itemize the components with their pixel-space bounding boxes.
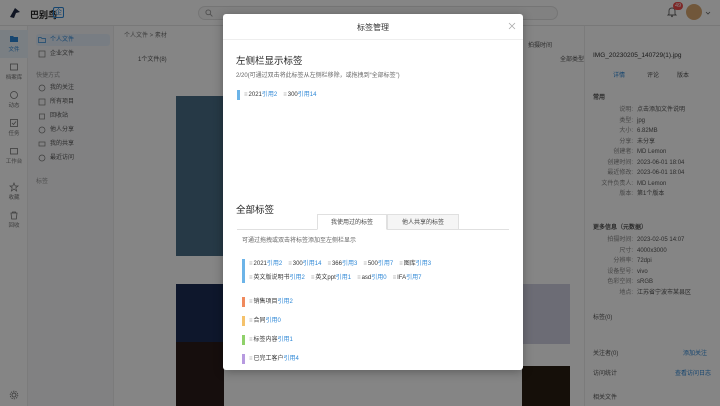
tag-name: 300 <box>287 92 298 98</box>
tag-ref-count: 引用14 <box>302 261 322 267</box>
drag-handle-icon: ≡ <box>283 92 287 98</box>
drag-handle-icon: ≡ <box>249 356 253 362</box>
tag-ref-count: 引用2 <box>261 92 278 98</box>
drag-handle-icon: ≡ <box>244 92 248 98</box>
sidebar-tags-title: 左侧栏显示标签 <box>236 56 303 67</box>
tag-chip[interactable]: ≡IFA引用7 <box>393 273 422 283</box>
tab-my-tags[interactable]: 我使用过的标签 <box>317 214 387 230</box>
tag-tabs: 我使用过的标签 他人共享的标签 <box>237 214 509 230</box>
drag-handle-icon: ≡ <box>327 261 331 267</box>
tag-ref-count: 引用7 <box>377 261 394 267</box>
tag-group: ≡合同引用0 <box>242 316 492 326</box>
all-tags-hint: 可通过拖拽或双击将标签添加至左侧栏显示 <box>242 238 357 244</box>
drag-handle-icon: ≡ <box>249 318 253 324</box>
sidebar-tag-group: ≡2021引用2 ≡300引用14 <box>237 90 327 100</box>
tag-chip[interactable]: ≡366引用3 <box>327 259 357 269</box>
tag-chip[interactable]: ≡asd引用0 <box>357 273 387 283</box>
tag-name: 图库 <box>403 261 416 267</box>
tag-chip[interactable]: ≡2021引用2 <box>244 90 277 100</box>
tag-group: ≡销售项目引用2 <box>242 297 492 307</box>
drag-handle-icon: ≡ <box>249 275 253 281</box>
tag-group: ≡标签内容引用1 <box>242 335 492 345</box>
tag-name: asd <box>361 275 372 281</box>
tag-ref-count: 引用4 <box>283 356 299 362</box>
tag-ref-count: 引用3 <box>341 261 358 267</box>
tag-chip[interactable]: ≡英文ppt引用1 <box>311 273 351 283</box>
drag-handle-icon: ≡ <box>357 275 361 281</box>
tag-name: 英文ppt <box>315 275 336 281</box>
tag-ref-count: 引用2 <box>266 261 283 267</box>
tag-chip[interactable]: ≡2021引用2 <box>249 259 282 269</box>
tag-ref-count: 引用0 <box>265 318 281 324</box>
tag-ref-count: 引用0 <box>371 275 387 281</box>
tag-chip[interactable]: ≡500引用7 <box>363 259 393 269</box>
tag-ref-count: 引用2 <box>289 275 305 281</box>
dialog-title: 标签管理 <box>357 23 389 32</box>
tag-chip[interactable]: ≡标签内容引用1 <box>249 335 293 345</box>
tag-name: IFA <box>397 275 407 281</box>
tag-ref-count: 引用7 <box>406 275 422 281</box>
tag-name: 标签内容 <box>253 337 278 343</box>
tag-name: 300 <box>292 261 303 267</box>
tag-chip[interactable]: ≡300引用14 <box>283 90 316 100</box>
tag-name: 2021 <box>253 261 267 267</box>
drag-handle-icon: ≡ <box>392 275 397 281</box>
tag-ref-count: 引用2 <box>277 299 293 305</box>
tag-name: 合同 <box>253 318 266 324</box>
sidebar-tags-hint: 2/20(可通过双击将此标签从左侧栏移除，或拖拽到“全部标签”) <box>236 73 400 79</box>
drag-handle-icon: ≡ <box>288 261 292 267</box>
drag-handle-icon: ≡ <box>363 261 367 267</box>
tag-name: 英文版说明书 <box>253 275 290 281</box>
tag-chip[interactable]: ≡图库引用3 <box>399 259 431 269</box>
drag-handle-icon: ≡ <box>249 299 253 305</box>
tag-group: ≡已完工客户引用4 <box>242 354 492 364</box>
tag-chip[interactable]: ≡300引用14 <box>288 259 321 269</box>
tag-name: 500 <box>367 261 378 267</box>
tag-ref-count: 引用1 <box>335 275 352 281</box>
tag-chip[interactable]: ≡合同引用0 <box>249 316 281 326</box>
tag-group: ≡2021引用2 ≡300引用14 ≡366引用3 ≡500引用7 ≡图库引用3 ≡英文版… <box>242 259 492 283</box>
tag-chip[interactable]: ≡已完工客户引用4 <box>249 354 299 364</box>
tag-name: 销售项目 <box>253 299 278 305</box>
tag-ref-count: 引用1 <box>277 337 293 343</box>
tag-name: 2021 <box>248 92 262 98</box>
close-icon[interactable] <box>508 22 516 30</box>
tag-ref-count: 引用3 <box>415 261 432 267</box>
tag-chip[interactable]: ≡销售项目引用2 <box>249 297 293 307</box>
dialog-header: 标签管理 <box>223 14 523 40</box>
drag-handle-icon: ≡ <box>310 275 315 281</box>
tag-management-dialog: 标签管理 左侧栏显示标签 2/20(可通过双击将此标签从左侧栏移除，或拖拽到“全… <box>223 14 523 370</box>
drag-handle-icon: ≡ <box>249 261 253 267</box>
drag-handle-icon: ≡ <box>399 261 403 267</box>
tag-ref-count: 引用14 <box>297 92 317 98</box>
tag-name: 366 <box>331 261 342 267</box>
tag-name: 已完工客户 <box>253 356 284 362</box>
tab-shared-tags[interactable]: 他人共享的标签 <box>387 214 459 230</box>
tag-chip[interactable]: ≡英文版说明书引用2 <box>249 273 305 283</box>
drag-handle-icon: ≡ <box>249 337 253 343</box>
